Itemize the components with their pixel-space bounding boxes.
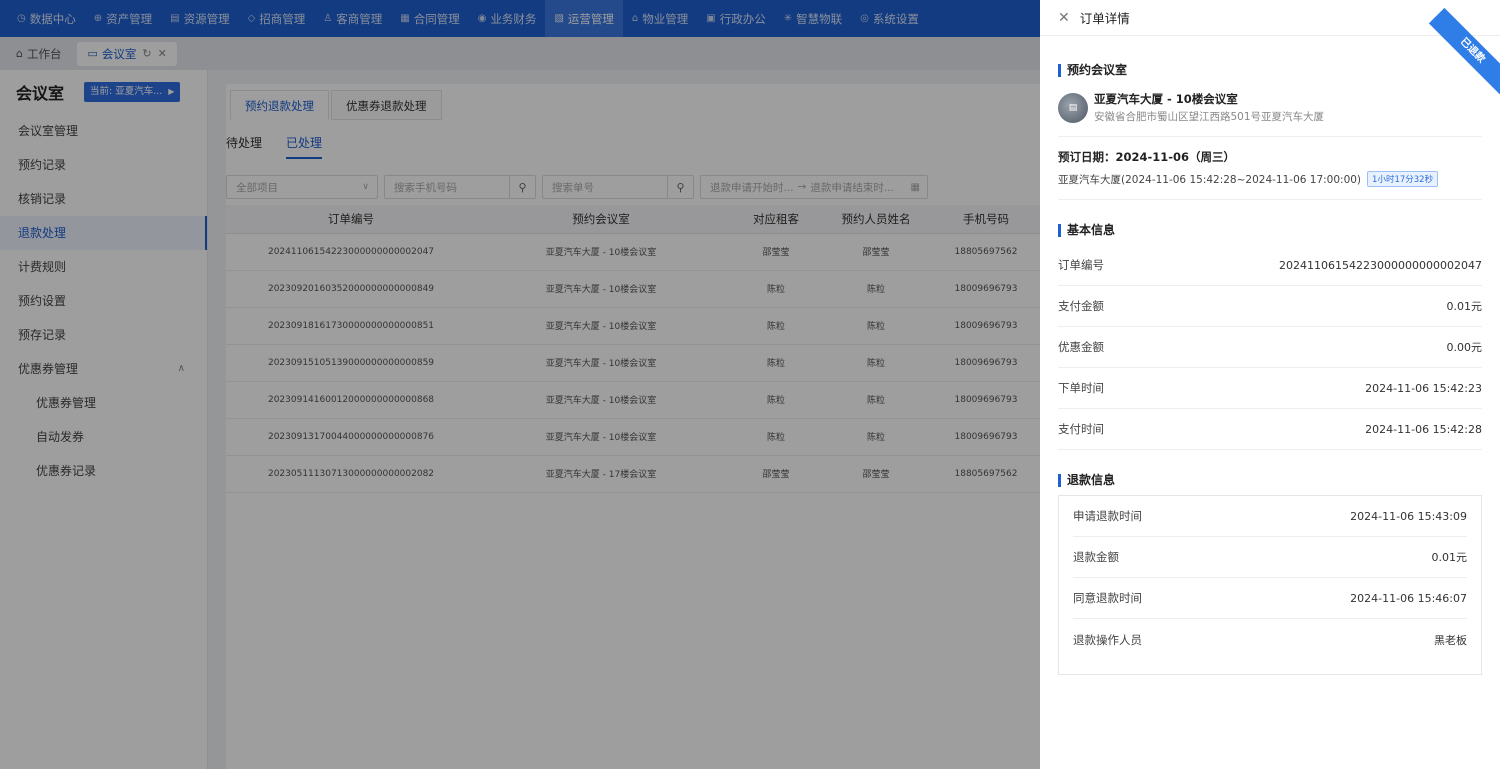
info-value: 0.01元 bbox=[1446, 300, 1483, 313]
info-value: 20241106154223000000000002047 bbox=[1279, 258, 1482, 272]
info-row: 退款金额 0.01元 bbox=[1073, 537, 1467, 578]
info-value: 2024-11-06 15:42:28 bbox=[1365, 422, 1482, 436]
info-value: 黑老板 bbox=[1434, 633, 1467, 647]
close-icon[interactable]: ✕ bbox=[1058, 10, 1070, 26]
info-row: 退款操作人员 黑老板 bbox=[1073, 619, 1467, 660]
info-label: 申请退款时间 bbox=[1073, 509, 1142, 523]
info-row: 下单时间 2024-11-06 15:42:23 bbox=[1058, 368, 1482, 409]
info-row: 支付金额 0.01元 bbox=[1058, 286, 1482, 327]
info-label: 支付时间 bbox=[1058, 422, 1104, 436]
duration-badge: 1小时17分32秒 bbox=[1367, 171, 1439, 187]
booking-time: 亚夏汽车大厦(2024-11-06 15:42:28~2024-11-06 17… bbox=[1058, 171, 1482, 187]
info-row: 同意退款时间 2024-11-06 15:46:07 bbox=[1073, 578, 1467, 619]
room-name: 亚夏汽车大厦 - 10楼会议室 bbox=[1094, 92, 1238, 106]
refund-info-box: 申请退款时间 2024-11-06 15:43:09 退款金额 0.01元同意退款时间… bbox=[1058, 495, 1482, 675]
info-row: 申请退款时间 2024-11-06 15:43:09 bbox=[1073, 496, 1467, 537]
info-value: 0.00元 bbox=[1446, 341, 1483, 354]
room-address: 安徽省合肥市蜀山区望江西路501号亚夏汽车大厦 bbox=[1094, 111, 1325, 123]
booking-time-range: 亚夏汽车大厦(2024-11-06 15:42:28~2024-11-06 17… bbox=[1058, 173, 1362, 186]
basic-info-list: 订单编号 20241106154223000000000002047 支付金额 0.0… bbox=[1058, 245, 1482, 450]
info-label: 订单编号 bbox=[1058, 258, 1104, 272]
booking-date: 预订日期：2024-11-06（周三） bbox=[1058, 150, 1236, 164]
info-value: 2024-11-06 15:46:07 bbox=[1350, 591, 1467, 605]
booking-info: 预订日期：2024-11-06（周三） 亚夏汽车大厦(2024-11-06 15… bbox=[1058, 137, 1482, 200]
info-label: 退款操作人员 bbox=[1073, 632, 1142, 647]
modal-overlay[interactable] bbox=[0, 0, 1040, 769]
room-thumbnail: ▤ bbox=[1058, 92, 1088, 123]
section-title-basic: 基本信息 bbox=[1058, 224, 1482, 237]
section-title-booking: 预约会议室 bbox=[1058, 64, 1482, 77]
info-label: 下单时间 bbox=[1058, 381, 1104, 395]
info-value: 2024-11-06 15:42:23 bbox=[1365, 381, 1482, 395]
info-row: 支付时间 2024-11-06 15:42:28 bbox=[1058, 409, 1482, 450]
info-label: 退款金额 bbox=[1073, 550, 1119, 564]
order-detail-drawer: ✕ 订单详情 已退款 预约会议室 ▤ 亚夏汽车大厦 - 10楼会议室 安徽省合肥… bbox=[1040, 0, 1500, 769]
info-label: 支付金额 bbox=[1058, 299, 1104, 313]
info-row: 订单编号 20241106154223000000000002047 bbox=[1058, 245, 1482, 286]
info-label: 同意退款时间 bbox=[1073, 591, 1142, 605]
drawer-title: 订单详情 bbox=[1079, 11, 1130, 26]
section-title-refund: 退款信息 bbox=[1058, 474, 1482, 487]
drawer-header: ✕ 订单详情 bbox=[1040, 0, 1500, 36]
info-label: 优惠金额 bbox=[1058, 340, 1104, 354]
info-row: 优惠金额 0.00元 bbox=[1058, 327, 1482, 368]
info-value: 0.01元 bbox=[1431, 551, 1468, 564]
room-info: ▤ 亚夏汽车大厦 - 10楼会议室 安徽省合肥市蜀山区望江西路501号亚夏汽车大… bbox=[1058, 77, 1482, 137]
info-value: 2024-11-06 15:43:09 bbox=[1350, 509, 1467, 523]
